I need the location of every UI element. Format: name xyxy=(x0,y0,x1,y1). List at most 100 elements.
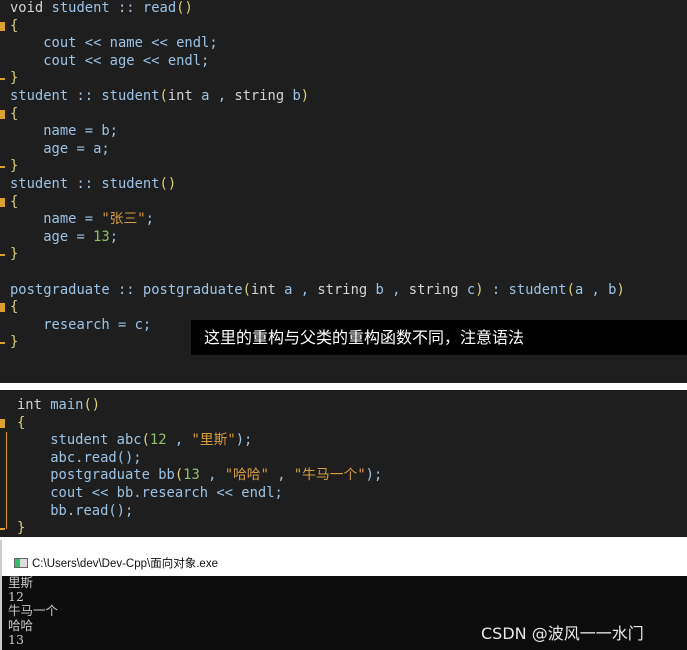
code-line[interactable]: postgraduate bb(13 , "哈哈" , "牛马一个"); xyxy=(17,466,382,484)
code-token: () xyxy=(83,397,101,413)
code-token: "哈哈" xyxy=(224,467,269,484)
code-token: bb.read(); xyxy=(17,502,134,519)
code-token: } xyxy=(10,158,19,175)
fold-end-marker xyxy=(0,342,5,345)
fold-end-marker xyxy=(0,254,5,257)
code-token: ) xyxy=(475,281,484,298)
annotation-label: 这里的重构与父类的重构函数不同，注意语法 xyxy=(191,320,687,355)
code-token: a , xyxy=(284,281,318,298)
code-token: name = xyxy=(10,211,102,228)
code-token: ) xyxy=(616,281,625,298)
code-token: , xyxy=(268,467,294,484)
code-token: student :: student xyxy=(10,88,160,104)
code-token: ; xyxy=(145,211,154,228)
output-line: 12 xyxy=(8,589,24,604)
code-line[interactable]: int main() xyxy=(17,396,100,414)
code-token: } xyxy=(10,70,19,87)
code-token: 13 xyxy=(93,228,110,245)
output-line: 哈哈 xyxy=(8,618,34,633)
code-token: } xyxy=(10,246,19,263)
code-line[interactable]: } xyxy=(17,519,25,537)
code-token: { xyxy=(17,414,26,431)
code-line[interactable]: research = c; xyxy=(10,316,151,334)
code-token: cout << bb.research << endl; xyxy=(17,485,283,501)
code-line[interactable]: bb.read(); xyxy=(17,502,133,520)
code-token: "牛马一个" xyxy=(293,467,366,484)
code-line[interactable]: postgraduate :: postgraduate(int a , str… xyxy=(10,281,625,299)
code-line[interactable]: { xyxy=(10,298,18,316)
fold-toggle-icon[interactable] xyxy=(0,418,5,428)
fold-toggle-icon[interactable] xyxy=(0,303,5,313)
code-token: age = a; xyxy=(10,140,110,157)
fold-end-marker xyxy=(0,528,5,531)
code-token: () xyxy=(159,176,177,192)
code-token: string xyxy=(234,88,293,104)
code-token: c xyxy=(466,281,476,298)
code-token: student abc xyxy=(17,432,142,449)
fold-toggle-icon[interactable] xyxy=(0,21,5,31)
code-line[interactable]: cout << name << endl; xyxy=(10,34,218,52)
code-token: ); xyxy=(235,432,253,449)
code-token: , xyxy=(199,467,225,484)
code-token: postgraduate :: postgraduate xyxy=(10,281,243,298)
code-line[interactable]: cout << bb.research << endl; xyxy=(17,484,283,502)
fold-end-marker xyxy=(0,166,5,169)
fold-guide xyxy=(6,432,7,529)
code-token: 12 xyxy=(149,432,167,449)
code-token: ); xyxy=(365,467,383,484)
code-token: { xyxy=(10,299,19,316)
code-token: ( xyxy=(174,467,184,484)
output-line: 牛马一个 xyxy=(8,603,59,618)
code-line[interactable]: age = 13; xyxy=(10,228,118,246)
code-line[interactable]: } xyxy=(10,245,18,263)
code-token: } xyxy=(17,520,26,537)
code-line[interactable]: student :: student() xyxy=(10,175,176,193)
code-token: string xyxy=(317,281,376,298)
code-line[interactable]: } xyxy=(10,69,18,87)
code-line[interactable]: { xyxy=(10,17,18,35)
code-line[interactable]: { xyxy=(17,414,25,432)
code-line[interactable]: } xyxy=(10,157,18,175)
code-token: 13 xyxy=(183,467,200,484)
code-token: } xyxy=(10,334,19,351)
fold-toggle-icon[interactable] xyxy=(0,109,5,119)
code-token: int xyxy=(17,397,51,413)
code-token: string xyxy=(408,281,467,298)
code-token: b , xyxy=(375,281,409,298)
code-token: "里斯" xyxy=(191,432,236,449)
code-line[interactable]: student abc(12 , "里斯"); xyxy=(17,431,252,449)
code-line[interactable]: name = b; xyxy=(10,122,118,140)
code-token: a , xyxy=(201,88,235,104)
code-token: name = b; xyxy=(10,123,118,140)
code-line[interactable]: abc.read(); xyxy=(17,449,142,467)
output-line: 13 xyxy=(8,632,24,647)
fold-end-marker xyxy=(0,78,5,81)
output-line: 里斯 xyxy=(8,575,34,590)
code-token: int xyxy=(250,281,285,298)
code-token: ( xyxy=(566,281,575,298)
code-line[interactable]: cout << age << endl; xyxy=(10,52,209,70)
code-line[interactable]: } xyxy=(10,333,18,351)
code-line[interactable]: name = "张三"; xyxy=(10,210,154,228)
code-token: a , b xyxy=(574,281,617,298)
code-line[interactable]: age = a; xyxy=(10,140,110,158)
fold-toggle-icon[interactable] xyxy=(0,197,5,207)
code-token: cout << age << endl; xyxy=(10,52,210,69)
code-token: ( xyxy=(242,281,251,298)
code-line[interactable]: { xyxy=(10,193,18,211)
code-token: research = c; xyxy=(10,316,152,333)
code-line[interactable]: student :: student(int a , string b) xyxy=(10,87,309,105)
code-line[interactable]: void student :: read() xyxy=(10,0,193,17)
code-line[interactable]: { xyxy=(10,105,18,123)
code-token: ) xyxy=(300,88,310,104)
code-token: student :: read xyxy=(51,0,177,16)
code-token: cout << name << endl; xyxy=(10,35,218,52)
code-token: abc.read(); xyxy=(17,449,142,466)
code-token: b xyxy=(292,88,301,104)
code-token: () xyxy=(176,0,193,16)
console-app-icon xyxy=(14,558,28,568)
console-title-bar[interactable]: C:\Users\dev\Dev-Cpp\面向对象.exe xyxy=(0,540,687,576)
code-token: : student xyxy=(483,281,567,298)
code-token: ; xyxy=(109,228,119,245)
code-token: postgraduate bb xyxy=(17,467,175,484)
